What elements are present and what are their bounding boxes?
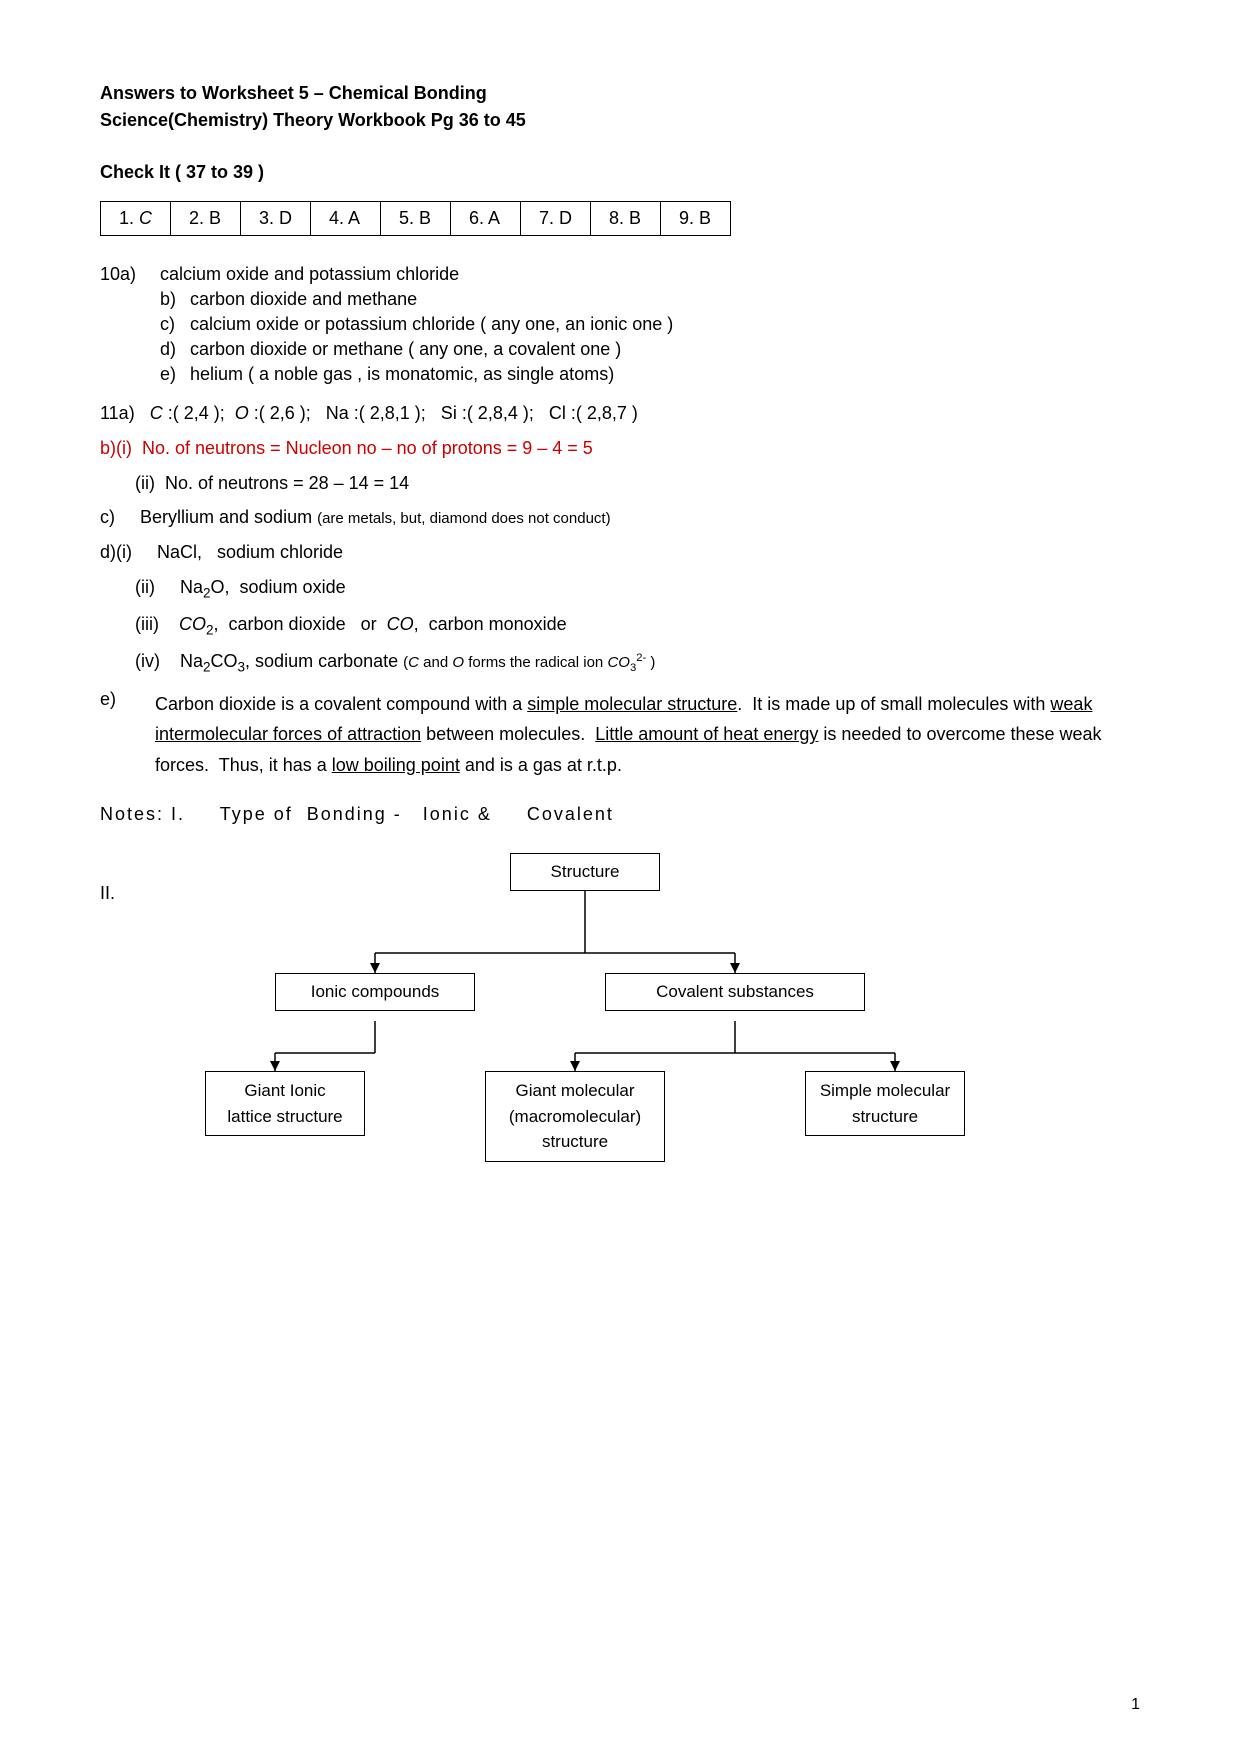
q11dii-text: (ii) Na2O, sodium oxide bbox=[130, 577, 346, 597]
q11a-line: 11a) C :( 2,4 ); O :( 2,6 ); Na :( 2,8,1… bbox=[100, 399, 1140, 428]
page-number: 1 bbox=[1131, 1696, 1140, 1714]
q11dii-line: (ii) Na2O, sodium oxide bbox=[130, 573, 1140, 604]
simple-molecular-box: Simple molecularstructure bbox=[805, 1071, 965, 1136]
mcq-row: 1. C 2. B 3. D 4. A 5. B 6. A 7. D 8. B … bbox=[101, 202, 731, 236]
ionic-compounds-label: Ionic compounds bbox=[311, 982, 440, 1001]
q11diii-text: (iii) CO2, carbon dioxide or CO, carbon … bbox=[130, 614, 567, 634]
notes-ii-label: II. bbox=[100, 883, 115, 904]
mcq-cell-7: 7. D bbox=[521, 202, 591, 236]
mcq-cell-6: 6. A bbox=[451, 202, 521, 236]
q11diii-line: (iii) CO2, carbon dioxide or CO, carbon … bbox=[130, 610, 1140, 641]
q10-section: 10a) calcium oxide and potassium chlorid… bbox=[100, 264, 1140, 385]
q11a-text: 11a) C :( 2,4 ); O :( 2,6 ); Na :( 2,8,1… bbox=[100, 403, 638, 423]
page-header: Answers to Worksheet 5 – Chemical Bondin… bbox=[100, 80, 1140, 134]
q11di-line: d)(i) NaCl, sodium chloride bbox=[100, 538, 1140, 567]
q10a-text: calcium oxide and potassium chloride bbox=[160, 264, 459, 285]
mcq-cell-3: 3. D bbox=[241, 202, 311, 236]
covalent-substances-label: Covalent substances bbox=[656, 982, 814, 1001]
q10b-text: carbon dioxide and methane bbox=[190, 289, 417, 310]
q10a-label: 10a) bbox=[100, 264, 160, 285]
tree-diagram: Structure Ionic compounds Covalent subst… bbox=[155, 843, 1015, 1183]
simple-molecular-label: Simple molecularstructure bbox=[820, 1081, 950, 1126]
q11e-section: e) Carbon dioxide is a covalent compound… bbox=[100, 689, 1140, 781]
ionic-compounds-box: Ionic compounds bbox=[275, 973, 475, 1011]
giant-ionic-label: Giant Ioniclattice structure bbox=[227, 1081, 342, 1126]
q11bii-line: (ii) No. of neutrons = 28 – 14 = 14 bbox=[130, 469, 1140, 498]
q11div-line: (iv) Na2CO3, sodium carbonate (C and O f… bbox=[130, 647, 1140, 678]
notes-section: Notes: I. Type of Bonding - Ionic & Cova… bbox=[100, 804, 1140, 1183]
q11e-label: e) bbox=[100, 689, 155, 781]
q10e-text: helium ( a noble gas , is monatomic, as … bbox=[190, 364, 614, 385]
q11-section: 11a) C :( 2,4 ); O :( 2,6 ); Na :( 2,8,1… bbox=[100, 399, 1140, 780]
mcq-cell-5: 5. B bbox=[381, 202, 451, 236]
q10c-text: calcium oxide or potassium chloride ( an… bbox=[190, 314, 673, 335]
header-line2: Science(Chemistry) Theory Workbook Pg 36… bbox=[100, 107, 1140, 134]
notes-line1: Notes: I. Type of Bonding - Ionic & Cova… bbox=[100, 804, 1140, 825]
q10e-label: e) bbox=[130, 364, 190, 385]
header-line1: Answers to Worksheet 5 – Chemical Bondin… bbox=[100, 80, 1140, 107]
mcq-cell-1: 1. C bbox=[101, 202, 171, 236]
mcq-table: 1. C 2. B 3. D 4. A 5. B 6. A 7. D 8. B … bbox=[100, 201, 731, 236]
q10d-label: d) bbox=[130, 339, 190, 360]
giant-molecular-box: Giant molecular(macromolecular)structure bbox=[485, 1071, 665, 1162]
notes-text: Notes: I. Type of Bonding - Ionic & Cova… bbox=[100, 804, 614, 824]
q11bii-text: (ii) No. of neutrons = 28 – 14 = 14 bbox=[130, 473, 409, 493]
q10d-item: d) carbon dioxide or methane ( any one, … bbox=[100, 339, 1140, 360]
mcq-cell-2: 2. B bbox=[171, 202, 241, 236]
mcq-cell-9: 9. B bbox=[661, 202, 731, 236]
diagram-row: II. bbox=[100, 843, 1140, 1183]
giant-molecular-label: Giant molecular(macromolecular)structure bbox=[509, 1081, 641, 1151]
structure-label: Structure bbox=[551, 862, 620, 881]
mcq-cell-4: 4. A bbox=[311, 202, 381, 236]
q10b-item: b) carbon dioxide and methane bbox=[100, 289, 1140, 310]
giant-ionic-box: Giant Ioniclattice structure bbox=[205, 1071, 365, 1136]
q11bi-line: b)(i) No. of neutrons = Nucleon no – no … bbox=[100, 434, 1140, 463]
q11di-label: d)(i) NaCl, sodium chloride bbox=[100, 542, 343, 562]
mcq-cell-8: 8. B bbox=[591, 202, 661, 236]
q11c-label: c) Beryllium and sodium bbox=[100, 507, 317, 527]
q11div-text: (iv) Na2CO3, sodium carbonate (C and O f… bbox=[130, 651, 655, 671]
check-it-title: Check It ( 37 to 39 ) bbox=[100, 162, 1140, 183]
structure-box: Structure bbox=[510, 853, 660, 891]
q10c-label: c) bbox=[130, 314, 190, 335]
q10a-item: 10a) calcium oxide and potassium chlorid… bbox=[100, 264, 1140, 285]
check-it-section: Check It ( 37 to 39 ) 1. C 2. B 3. D 4. … bbox=[100, 162, 1140, 236]
covalent-substances-box: Covalent substances bbox=[605, 973, 865, 1011]
q11e-underline3: Little amount of heat energy bbox=[595, 724, 818, 744]
q10c-item: c) calcium oxide or potassium chloride (… bbox=[100, 314, 1140, 335]
q10e-item: e) helium ( a noble gas , is monatomic, … bbox=[100, 364, 1140, 385]
q11c-line: c) Beryllium and sodium (are metals, but… bbox=[100, 503, 1140, 532]
q10d-text: carbon dioxide or methane ( any one, a c… bbox=[190, 339, 621, 360]
q11c-small: (are metals, but, diamond does not condu… bbox=[317, 510, 611, 527]
q11bi-text: b)(i) No. of neutrons = Nucleon no – no … bbox=[100, 438, 593, 458]
q10b-label: b) bbox=[130, 289, 190, 310]
q11e-underline4: low boiling point bbox=[332, 755, 460, 775]
q11e-underline1: simple molecular structure bbox=[527, 694, 737, 714]
q11e-text: Carbon dioxide is a covalent compound wi… bbox=[155, 689, 1140, 781]
